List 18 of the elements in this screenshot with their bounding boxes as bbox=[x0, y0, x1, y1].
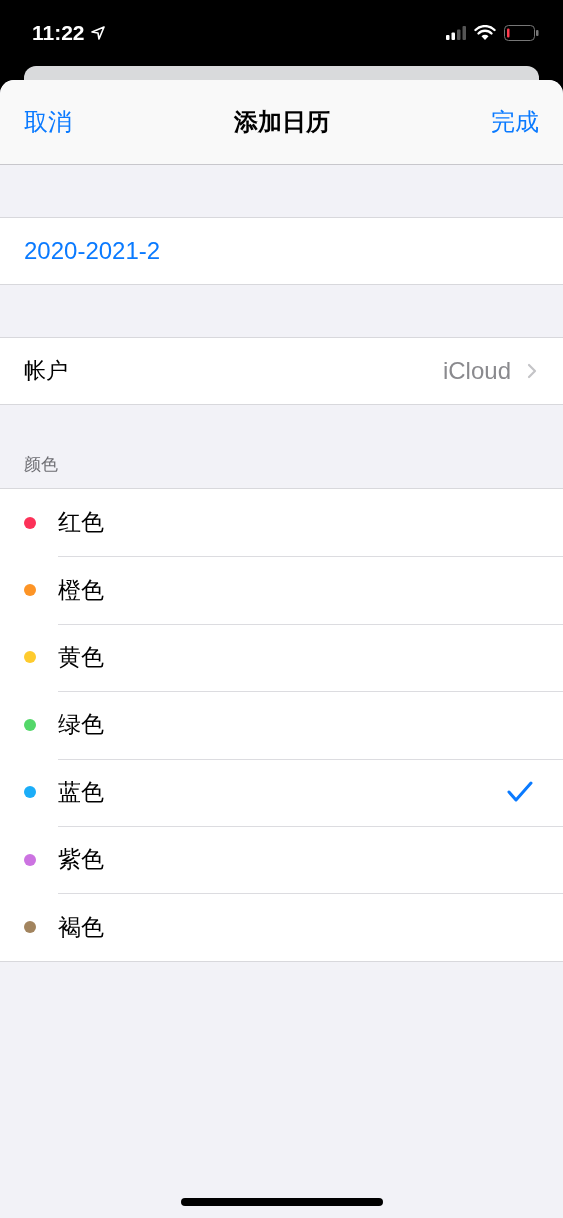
color-option[interactable]: 紫色 bbox=[0, 825, 563, 894]
account-row[interactable]: 帐户 iCloud bbox=[0, 338, 563, 404]
cancel-button[interactable]: 取消 bbox=[24, 106, 72, 138]
done-button[interactable]: 完成 bbox=[491, 106, 539, 138]
color-option[interactable]: 褐色 bbox=[0, 893, 563, 961]
chevron-right-icon bbox=[527, 363, 537, 379]
location-arrow-icon bbox=[90, 26, 105, 40]
status-time: 11:22 bbox=[32, 21, 85, 45]
color-option[interactable]: 绿色 bbox=[0, 691, 563, 759]
section-header: 颜色 bbox=[24, 453, 58, 476]
wifi-icon bbox=[474, 25, 496, 41]
color-option[interactable]: 红色 bbox=[0, 489, 563, 557]
color-option[interactable]: 橙色 bbox=[0, 556, 563, 624]
battery-icon bbox=[504, 25, 539, 41]
color-option[interactable]: 蓝色 bbox=[0, 758, 563, 826]
signal-icon bbox=[446, 26, 466, 40]
sheet-title: 添加日历 bbox=[233, 107, 330, 138]
color-option[interactable]: 黄色 bbox=[0, 623, 563, 692]
